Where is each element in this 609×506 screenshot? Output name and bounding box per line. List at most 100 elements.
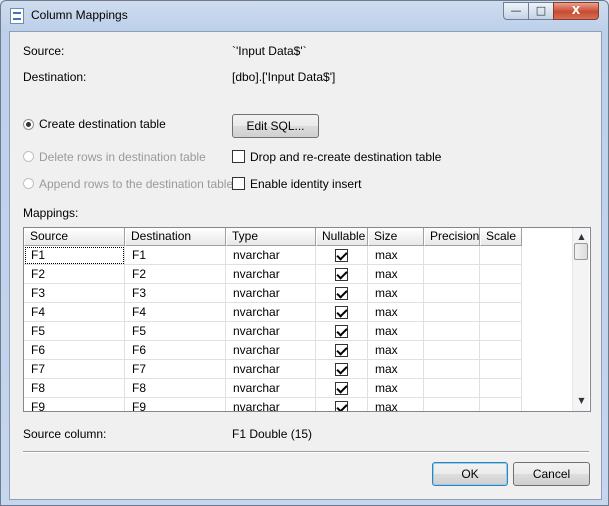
destination-cell[interactable]: F2 xyxy=(125,265,226,284)
scale-cell[interactable] xyxy=(480,398,522,411)
destination-cell[interactable]: F7 xyxy=(125,360,226,379)
nullable-checkbox[interactable] xyxy=(335,363,348,376)
source-cell[interactable]: F7 xyxy=(24,360,125,379)
nullable-checkbox[interactable] xyxy=(335,268,348,281)
size-cell[interactable]: max xyxy=(368,246,424,265)
nullable-checkbox[interactable] xyxy=(335,325,348,338)
append-rows-radio[interactable] xyxy=(23,178,34,189)
source-cell[interactable]: F4 xyxy=(24,303,125,322)
destination-cell[interactable]: F6 xyxy=(125,341,226,360)
nullable-cell[interactable] xyxy=(316,303,368,322)
precision-cell[interactable] xyxy=(424,379,480,398)
precision-cell[interactable] xyxy=(424,265,480,284)
nullable-cell[interactable] xyxy=(316,322,368,341)
nullable-cell[interactable] xyxy=(316,379,368,398)
mappings-grid[interactable]: Source Destination Type Nullable Size Pr… xyxy=(23,227,591,412)
source-cell[interactable]: F9 xyxy=(24,398,125,411)
scale-cell[interactable] xyxy=(480,341,522,360)
source-cell[interactable]: F3 xyxy=(24,284,125,303)
nullable-checkbox[interactable] xyxy=(335,382,348,395)
precision-cell[interactable] xyxy=(424,303,480,322)
size-cell[interactable]: max xyxy=(368,379,424,398)
table-row[interactable]: F4 F4 nvarchar max xyxy=(24,303,522,322)
table-row[interactable]: F5 F5 nvarchar max xyxy=(24,322,522,341)
type-cell[interactable]: nvarchar xyxy=(226,303,316,322)
nullable-checkbox[interactable] xyxy=(335,401,348,411)
destination-cell[interactable]: F4 xyxy=(125,303,226,322)
create-table-label[interactable]: Create destination table xyxy=(39,117,166,131)
nullable-checkbox[interactable] xyxy=(335,249,348,262)
type-cell[interactable]: nvarchar xyxy=(226,398,316,411)
table-row[interactable]: F2 F2 nvarchar max xyxy=(24,265,522,284)
table-row[interactable]: F9 F9 nvarchar max xyxy=(24,398,522,411)
column-header-source[interactable]: Source xyxy=(24,228,125,246)
column-header-type[interactable]: Type xyxy=(226,228,316,246)
source-cell[interactable]: F1 xyxy=(24,246,125,265)
size-cell[interactable]: max xyxy=(368,341,424,360)
drop-recreate-label[interactable]: Drop and re-create destination table xyxy=(250,150,441,164)
table-row[interactable]: F8 F8 nvarchar max xyxy=(24,379,522,398)
ok-button[interactable]: OK xyxy=(432,462,508,486)
identity-insert-checkbox[interactable] xyxy=(232,177,245,190)
precision-cell[interactable] xyxy=(424,322,480,341)
close-button[interactable]: X xyxy=(553,2,599,20)
precision-cell[interactable] xyxy=(424,398,480,411)
size-cell[interactable]: max xyxy=(368,398,424,411)
title-bar[interactable]: Column Mappings — □ X xyxy=(1,1,608,31)
scale-cell[interactable] xyxy=(480,322,522,341)
destination-cell[interactable]: F3 xyxy=(125,284,226,303)
type-cell[interactable]: nvarchar xyxy=(226,246,316,265)
nullable-cell[interactable] xyxy=(316,398,368,411)
create-table-radio[interactable] xyxy=(23,119,34,130)
type-cell[interactable]: nvarchar xyxy=(226,379,316,398)
size-cell[interactable]: max xyxy=(368,360,424,379)
cancel-button[interactable]: Cancel xyxy=(513,462,590,486)
size-cell[interactable]: max xyxy=(368,284,424,303)
table-row[interactable]: F6 F6 nvarchar max xyxy=(24,341,522,360)
nullable-checkbox[interactable] xyxy=(335,344,348,357)
table-row[interactable]: F7 F7 nvarchar max xyxy=(24,360,522,379)
nullable-checkbox[interactable] xyxy=(335,306,348,319)
type-cell[interactable]: nvarchar xyxy=(226,360,316,379)
nullable-cell[interactable] xyxy=(316,360,368,379)
source-cell[interactable]: F2 xyxy=(24,265,125,284)
scale-cell[interactable] xyxy=(480,265,522,284)
table-row[interactable]: F1 F1 nvarchar max xyxy=(24,246,522,265)
nullable-cell[interactable] xyxy=(316,341,368,360)
scroll-down-icon[interactable]: ▼ xyxy=(573,392,590,409)
scale-cell[interactable] xyxy=(480,284,522,303)
precision-cell[interactable] xyxy=(424,284,480,303)
precision-cell[interactable] xyxy=(424,246,480,265)
type-cell[interactable]: nvarchar xyxy=(226,284,316,303)
nullable-cell[interactable] xyxy=(316,284,368,303)
source-cell[interactable]: F5 xyxy=(24,322,125,341)
scale-cell[interactable] xyxy=(480,379,522,398)
nullable-cell[interactable] xyxy=(316,246,368,265)
column-header-precision[interactable]: Precision xyxy=(424,228,480,246)
column-header-nullable[interactable]: Nullable xyxy=(316,228,368,246)
size-cell[interactable]: max xyxy=(368,322,424,341)
type-cell[interactable]: nvarchar xyxy=(226,322,316,341)
column-header-scale[interactable]: Scale xyxy=(480,228,522,246)
destination-cell[interactable]: F9 xyxy=(125,398,226,411)
table-row[interactable]: F3 F3 nvarchar max xyxy=(24,284,522,303)
destination-cell[interactable]: F5 xyxy=(125,322,226,341)
scale-cell[interactable] xyxy=(480,303,522,322)
source-cell[interactable]: F8 xyxy=(24,379,125,398)
minimize-button[interactable]: — xyxy=(503,2,529,20)
edit-sql-button[interactable]: Edit SQL... xyxy=(232,114,319,138)
destination-cell[interactable]: F8 xyxy=(125,379,226,398)
size-cell[interactable]: max xyxy=(368,265,424,284)
size-cell[interactable]: max xyxy=(368,303,424,322)
nullable-checkbox[interactable] xyxy=(335,287,348,300)
source-cell[interactable]: F6 xyxy=(24,341,125,360)
type-cell[interactable]: nvarchar xyxy=(226,341,316,360)
identity-insert-label[interactable]: Enable identity insert xyxy=(250,177,361,191)
delete-rows-radio[interactable] xyxy=(23,151,34,162)
column-header-destination[interactable]: Destination xyxy=(125,228,226,246)
scroll-thumb[interactable] xyxy=(574,243,588,260)
scale-cell[interactable] xyxy=(480,246,522,265)
type-cell[interactable]: nvarchar xyxy=(226,265,316,284)
maximize-button[interactable]: □ xyxy=(528,2,554,20)
destination-cell[interactable]: F1 xyxy=(125,246,226,265)
